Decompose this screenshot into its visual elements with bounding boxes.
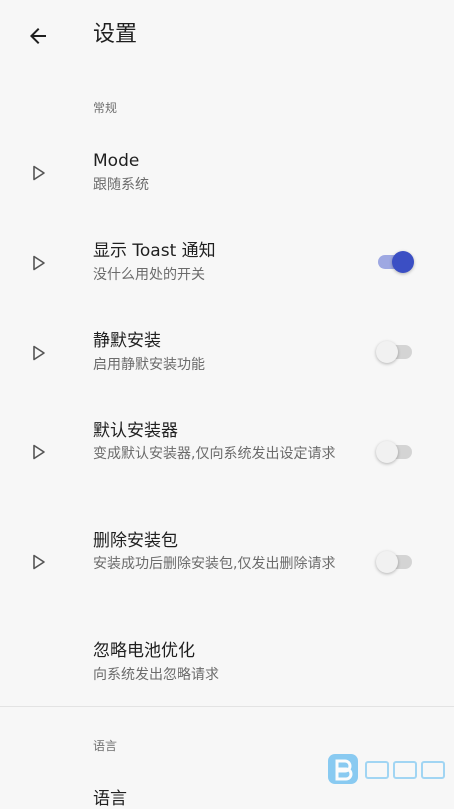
- pref-title: Mode: [93, 151, 140, 171]
- pref-show-toast[interactable]: 显示 Toast 通知 没什么用处的开关: [0, 230, 454, 296]
- brand-logo-icon: [328, 754, 445, 784]
- pref-summary: 没什么用处的开关: [93, 267, 205, 283]
- section-header-general: 常规: [93, 101, 118, 115]
- pref-mode[interactable]: Mode 跟随系统: [0, 140, 454, 206]
- page-title: 设置: [93, 22, 138, 47]
- default-installer-toggle-switch[interactable]: [376, 439, 414, 465]
- pref-summary: 跟随系统: [93, 177, 149, 193]
- pref-summary: 安装成功后删除安装包,仅发出删除请求: [93, 556, 336, 572]
- pref-default-installer[interactable]: 默认安装器 变成默认安装器,仅向系统发出设定请求: [0, 410, 454, 494]
- expand-arrow-icon: [33, 255, 45, 271]
- pref-delete-package[interactable]: 删除安装包 安装成功后删除安装包,仅发出删除请求: [0, 520, 454, 604]
- pref-ignore-battery-optimization[interactable]: 忽略电池优化 向系统发出忽略请求: [0, 630, 454, 696]
- pref-title: 删除安装包: [93, 531, 178, 551]
- pref-title: 忽略电池优化: [93, 641, 195, 661]
- silent-install-toggle-switch[interactable]: [376, 339, 414, 365]
- switch-thumb: [376, 341, 398, 363]
- expand-arrow-icon: [33, 345, 45, 361]
- pref-title: 静默安装: [93, 331, 161, 351]
- pref-title: 显示 Toast 通知: [93, 241, 216, 261]
- switch-thumb: [376, 441, 398, 463]
- section-divider: [0, 706, 454, 707]
- expand-arrow-icon: [33, 165, 45, 181]
- pref-silent-install[interactable]: 静默安装 启用静默安装功能: [0, 320, 454, 386]
- pref-summary: 向系统发出忽略请求: [93, 667, 219, 683]
- back-button[interactable]: [20, 18, 56, 54]
- app-bar: 设置: [0, 0, 454, 72]
- expand-arrow-icon: [33, 554, 45, 570]
- switch-thumb: [376, 551, 398, 573]
- pref-title: 默认安装器: [93, 421, 178, 441]
- switch-thumb: [392, 251, 414, 273]
- pref-summary: 变成默认安装器,仅向系统发出设定请求: [93, 446, 336, 462]
- pref-language-partial[interactable]: 语言: [93, 784, 127, 809]
- section-header-language: 语言: [93, 739, 118, 753]
- toast-toggle-switch[interactable]: [376, 249, 414, 275]
- delete-package-toggle-switch[interactable]: [376, 549, 414, 575]
- pref-summary: 启用静默安装功能: [93, 357, 205, 373]
- expand-arrow-icon: [33, 444, 45, 460]
- arrow-left-icon: [30, 28, 46, 44]
